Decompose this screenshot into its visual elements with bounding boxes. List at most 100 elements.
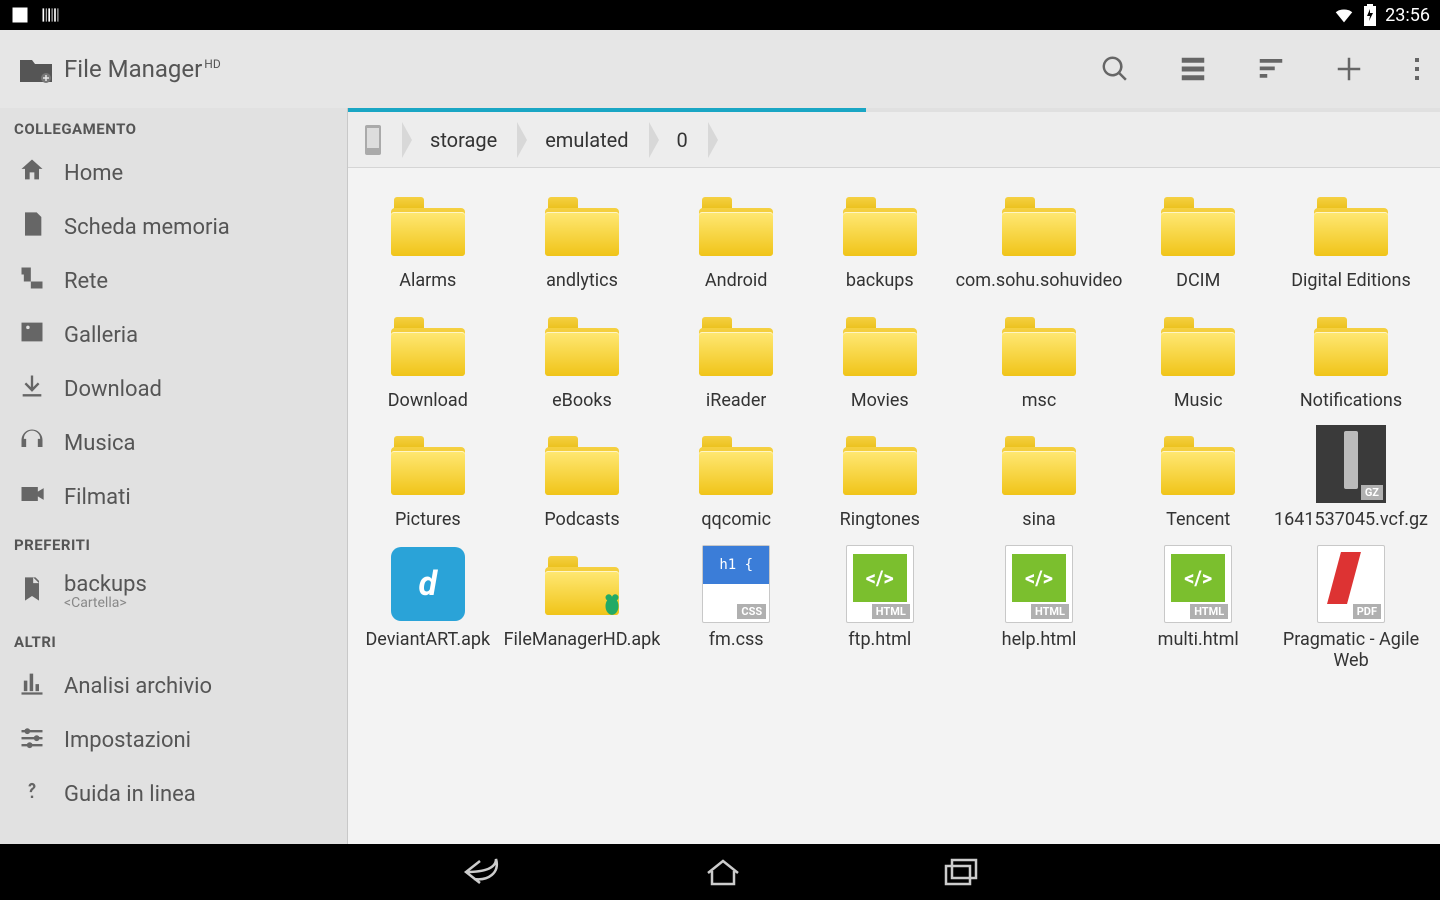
folder-item[interactable]: Podcasts [502,421,663,535]
folder-item[interactable]: Digital Editions [1272,182,1430,296]
item-label: com.sohu.sohuvideo [956,270,1123,292]
barcode-notification-icon [40,5,60,25]
file-item[interactable]: h1 {CSSfm.css [666,541,806,676]
folder-item[interactable]: Movies [810,302,950,416]
folder-item[interactable]: Download [358,302,498,416]
folder-item[interactable]: Alarms [358,182,498,296]
apk-da-icon: d [389,545,467,623]
folder-item[interactable]: Tencent [1128,421,1268,535]
sidebar-item-label: backups [64,572,147,597]
folder-icon [543,186,621,264]
app-logo-icon [18,54,54,84]
sort-icon[interactable] [1256,54,1286,84]
folder-icon [697,186,775,264]
folder-item[interactable]: iReader [666,302,806,416]
item-label: Tencent [1166,509,1230,531]
breadcrumb-segment[interactable]: 0 [649,118,708,162]
sidebar-item-label: Impostazioni [64,728,191,753]
main-panel: storageemulated0 Alarmsandlytics Android b… [348,108,1440,844]
view-mode-icon[interactable] [1178,54,1208,84]
item-label: FileManagerHD.apk [504,629,661,651]
sdcard-icon [18,210,46,244]
help-icon [18,777,46,811]
folder-item[interactable]: andlytics [502,182,663,296]
item-label: 1641537045.vcf.gz [1274,509,1428,531]
sidebar-item[interactable]: Download [0,362,347,416]
sidebar-item[interactable]: backups<Cartella> [0,562,347,621]
chart-icon [18,669,46,703]
file-item[interactable]: dDeviantART.apk [358,541,498,676]
folder-item[interactable]: msc [954,302,1125,416]
download-icon [18,372,46,406]
item-label: help.html [1002,629,1077,651]
sidebar-item[interactable]: Impostazioni [0,713,347,767]
folder-icon [841,306,919,384]
folder-item[interactable]: Ringtones [810,421,950,535]
item-label: Music [1174,390,1223,412]
sidebar: COLLEGAMENTO HomeScheda memoriaReteGalle… [0,108,348,844]
breadcrumb-device[interactable] [354,118,402,162]
folder-item[interactable]: eBooks [502,302,663,416]
file-item[interactable]: FileManagerHD.apk [502,541,663,676]
sidebar-item-label: Filmati [64,485,131,510]
sidebar-item[interactable]: Home [0,146,347,200]
sidebar-item-label: Guida in linea [64,782,196,807]
sidebar-item-label: Galleria [64,323,138,348]
sidebar-item[interactable]: Guida in linea [0,767,347,821]
sidebar-item-label: Analisi archivio [64,674,212,699]
sidebar-item-label: Home [64,161,123,186]
sidebar-item-label: Musica [64,431,136,456]
network-icon [18,264,46,298]
folder-icon [1159,186,1237,264]
sidebar-item[interactable]: Scheda memoria [0,200,347,254]
item-label: Pictures [395,509,461,531]
html-icon: </>HTML [841,545,919,623]
folder-icon [1312,306,1390,384]
file-item[interactable]: </>HTMLmulti.html [1128,541,1268,676]
breadcrumb-segment[interactable]: emulated [517,118,648,162]
sidebar-item[interactable]: Galleria [0,308,347,362]
folder-item[interactable]: backups [810,182,950,296]
folder-item[interactable]: Notifications [1272,302,1430,416]
navigation-bar [0,844,1440,900]
folder-item[interactable]: Music [1128,302,1268,416]
folder-item[interactable]: Android [666,182,806,296]
file-item[interactable]: </>HTMLhelp.html [954,541,1125,676]
image-icon [18,318,46,352]
item-label: Android [705,270,768,292]
sidebar-item[interactable]: Musica [0,416,347,470]
add-icon[interactable] [1334,54,1364,84]
html-icon: </>HTML [1159,545,1237,623]
home-button[interactable] [704,857,742,887]
folder-icon [697,306,775,384]
recents-button[interactable] [942,857,980,887]
item-label: Pragmatic - Agile Web [1274,629,1428,672]
file-item[interactable]: </>HTMLftp.html [810,541,950,676]
search-icon[interactable] [1100,54,1130,84]
gz-icon: GZ [1312,425,1390,503]
house-icon [18,156,46,190]
folder-icon [389,186,467,264]
folder-item[interactable]: Pictures [358,421,498,535]
sidebar-item[interactable]: Analisi archivio [0,659,347,713]
folder-item[interactable]: qqcomic [666,421,806,535]
apk-fm-icon [543,545,621,623]
back-button[interactable] [460,855,504,889]
folder-item[interactable]: sina [954,421,1125,535]
breadcrumb-segment[interactable]: storage [402,118,517,162]
item-label: eBooks [552,390,612,412]
sidebar-item[interactable]: Filmati [0,470,347,524]
sidebar-item[interactable]: Rete [0,254,347,308]
folder-icon [841,186,919,264]
file-item[interactable]: GZ 1641537045.vcf.gz [1272,421,1430,535]
css-icon: h1 {CSS [697,545,775,623]
status-time: 23:56 [1385,5,1430,26]
sidebar-item-label: Rete [64,269,108,294]
item-label: DCIM [1176,270,1220,292]
file-item[interactable]: PDFPragmatic - Agile Web [1272,541,1430,676]
folder-icon [543,306,621,384]
folder-item[interactable]: com.sohu.sohuvideo [954,182,1125,296]
overflow-menu-icon[interactable] [1412,54,1422,84]
folder-item[interactable]: DCIM [1128,182,1268,296]
headphones-icon [18,426,46,460]
